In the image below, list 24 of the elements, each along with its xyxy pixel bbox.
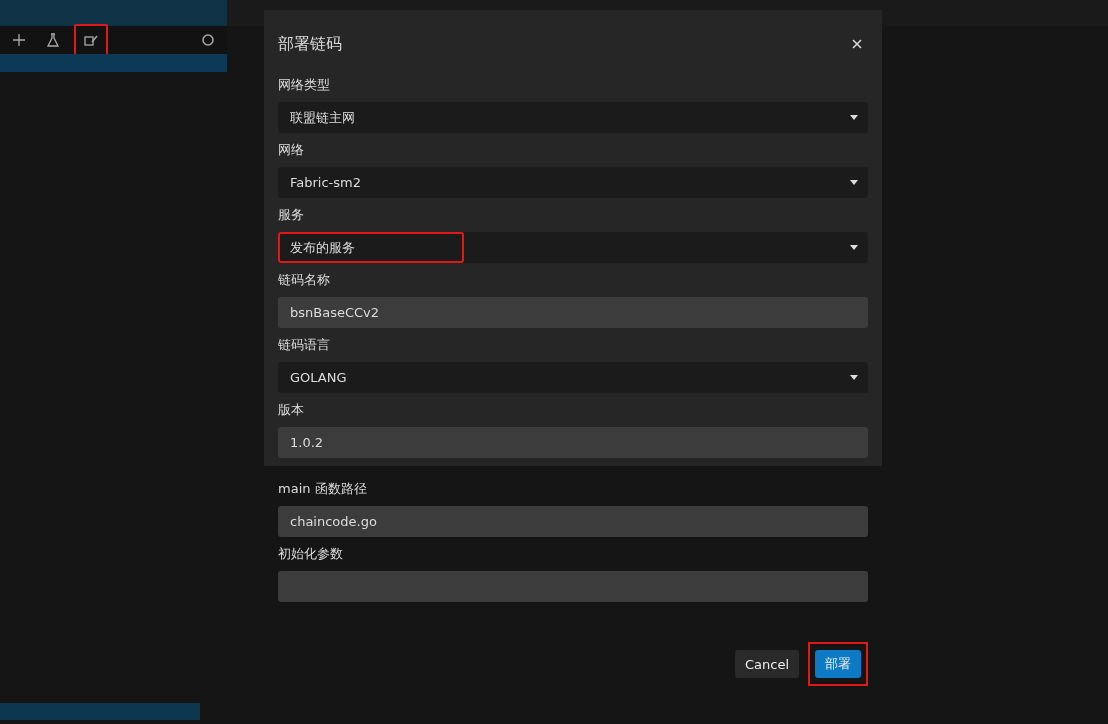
input-field[interactable] [278,571,868,602]
field-label: 初始化参数 [278,545,344,563]
field-label: 网络类型 [278,76,331,94]
deploy-button[interactable]: 部署 [815,650,861,678]
caret-icon [850,115,858,120]
close-icon[interactable] [852,39,862,49]
caret-icon [850,245,858,250]
field-label: 网络 [278,141,305,159]
input-field[interactable]: bsnBaseCCv2 [278,297,868,328]
cancel-button[interactable]: Cancel [734,650,799,678]
dropdown-field[interactable]: Fabric-sm2 [278,167,868,198]
caret-icon [850,375,858,380]
dialog-title: 部署链码 [278,33,342,55]
input-field[interactable]: 1.0.2 [278,427,868,458]
dropdown-field[interactable]: 发布的服务 [278,232,868,263]
caret-icon [850,180,858,185]
field-label: main 函数路径 [278,480,368,498]
field-label: 链码名称 [278,271,331,289]
input-field[interactable]: chaincode.go [278,506,868,537]
field-label: 服务 [278,206,305,224]
field-label: 链码语言 [278,336,331,354]
field-label: 版本 [278,401,305,419]
dropdown-field[interactable]: 联盟链主网 [278,102,868,133]
dropdown-field[interactable]: GOLANG [278,362,868,393]
